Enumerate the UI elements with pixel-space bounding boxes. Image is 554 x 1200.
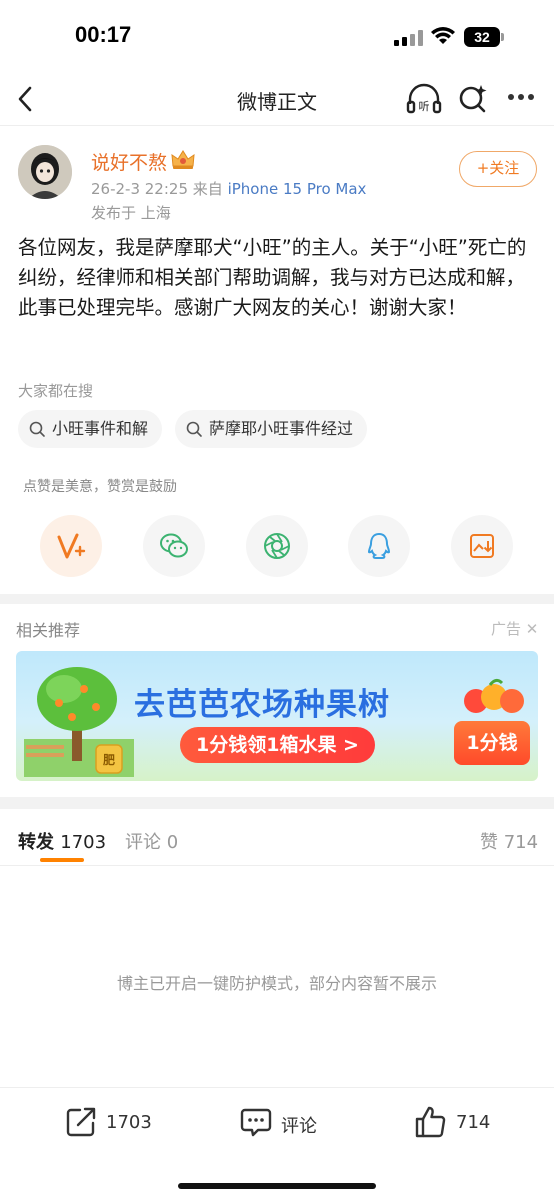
follow-button[interactable]: +关注 — [459, 151, 537, 187]
ad-label[interactable]: 广告 ✕ — [491, 618, 538, 639]
post-location: 发布于 上海 — [91, 204, 171, 222]
more-options-icon[interactable] — [504, 94, 538, 104]
wechat-share-button[interactable] — [143, 515, 205, 577]
interaction-tabs: 转发 1703 评论 0 赞 714 — [0, 808, 554, 866]
tab-repost-label: 转发 — [18, 832, 54, 853]
save-image-button[interactable] — [451, 515, 513, 577]
comment-bubble-icon — [240, 1108, 272, 1137]
avatar[interactable] — [18, 145, 72, 199]
active-tab-indicator — [40, 858, 84, 862]
cellular-signal-icon — [394, 30, 424, 46]
post-meta: 26-2-3 22:25 来自 iPhone 15 Pro Max — [91, 178, 366, 199]
tab-comment[interactable]: 评论 0 — [125, 828, 178, 854]
repost-button[interactable]: 1703 — [64, 1105, 154, 1141]
moments-share-button[interactable] — [246, 515, 308, 577]
banner-price[interactable]: 1分钱 — [454, 721, 530, 765]
post-time: 26-2-3 22:25 — [91, 180, 188, 198]
section-divider — [0, 594, 554, 604]
hot-search-tag[interactable]: 小旺事件和解 — [18, 410, 163, 448]
tab-repost[interactable]: 转发 1703 — [18, 828, 106, 854]
post-from-label: 来自 — [192, 180, 223, 198]
tab-comment-label: 评论 — [125, 832, 161, 853]
status-time: 00:17 — [75, 22, 132, 47]
repost-count: 1703 — [106, 1112, 152, 1133]
wechat-icon — [160, 533, 188, 558]
tab-comment-count: 0 — [166, 832, 179, 853]
wifi-icon — [431, 27, 455, 44]
post-text: 各位网友，我是萨摩耶犬“小旺”的主人。关于“小旺”死亡的纠纷，经律师和相关部门帮… — [18, 236, 527, 319]
comment-label: 评论 — [281, 1116, 317, 1137]
share-arrow-icon — [66, 1107, 96, 1137]
banner-title: 去芭芭农场种果树 — [134, 687, 390, 723]
like-count: 714 — [456, 1112, 491, 1133]
protection-notice: 博主已开启一键防护模式，部分内容暂不展示 — [116, 974, 437, 993]
fruit-basket-icon — [464, 678, 524, 713]
save-image-icon — [470, 534, 494, 558]
ad-banner[interactable]: 肥 去芭芭农场种果树 1分钱领1箱水果 > 1分钱 — [16, 651, 538, 781]
recommend-label: 相关推荐 — [16, 621, 81, 640]
fertilizer-label: 肥 — [103, 752, 115, 767]
tab-like[interactable]: 赞 714 — [480, 828, 538, 854]
banner-cta[interactable]: 1分钱领1箱水果 > — [180, 727, 375, 763]
tab-like-label: 赞 — [480, 832, 498, 853]
like-button[interactable]: 714 — [414, 1105, 504, 1141]
hot-search-tag[interactable]: 萨摩耶小旺事件经过 — [175, 410, 368, 448]
moments-icon — [264, 533, 290, 559]
crown-badge-icon — [171, 150, 195, 169]
weibo-reward-icon — [57, 533, 86, 559]
weibo-reward-button[interactable] — [40, 515, 102, 577]
hot-search-label: 大家都在搜 — [18, 382, 94, 400]
tab-like-count: 714 — [503, 832, 539, 853]
tab-repost-count: 1703 — [60, 832, 107, 853]
post-device[interactable]: iPhone 15 Pro Max — [228, 180, 367, 198]
hot-search-tag-label: 萨摩耶小旺事件经过 — [209, 419, 354, 438]
qq-share-button[interactable] — [348, 515, 410, 577]
search-icon[interactable] — [456, 82, 490, 116]
nav-bar: 微博正文 听 — [0, 72, 554, 126]
qq-icon — [367, 532, 391, 559]
thumbs-up-icon — [415, 1106, 446, 1138]
hot-search-tag-label: 小旺事件和解 — [52, 419, 149, 438]
search-icon — [29, 421, 45, 437]
ad-label-text: 广告 — [491, 620, 522, 638]
reward-tip: 点赞是美意，赞赏是鼓励 — [18, 472, 198, 506]
search-icon — [186, 421, 202, 437]
comment-button[interactable]: 评论 — [239, 1105, 329, 1141]
close-icon[interactable]: ✕ — [526, 620, 539, 638]
home-indicator[interactable] — [178, 1183, 376, 1189]
battery-icon: 32 — [464, 27, 504, 47]
svg-text:听: 听 — [419, 100, 430, 113]
fruit-tree-icon: 肥 — [24, 667, 134, 777]
status-bar: 00:17 32 — [0, 0, 554, 72]
listen-icon[interactable]: 听 — [406, 82, 442, 116]
username[interactable]: 说好不熬 — [91, 148, 167, 175]
